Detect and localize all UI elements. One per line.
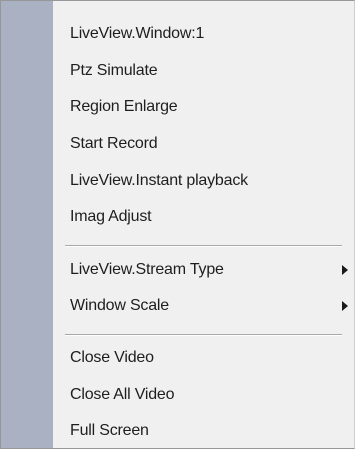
menu-item-label: Imag Adjust xyxy=(70,208,152,225)
menu-item-full-screen[interactable]: Full Screen xyxy=(53,413,354,449)
menu-item-close-all-video[interactable]: Close All Video xyxy=(53,377,354,413)
menu-item-region-enlarge[interactable]: Region Enlarge xyxy=(53,89,354,125)
menu-item-stream-type[interactable]: LiveView.Stream Type xyxy=(53,252,354,288)
menu-item-start-record[interactable]: Start Record xyxy=(53,126,354,162)
menu-item-label: Close Video xyxy=(70,349,154,366)
menu-item-label: Ptz Simulate xyxy=(70,62,158,79)
menu-item-ptz-simulate[interactable]: Ptz Simulate xyxy=(53,53,354,89)
menu-item-label: LiveView.Window:1 xyxy=(70,25,205,42)
menu-item-label: Close All Video xyxy=(70,386,175,403)
menu-item-label: Start Record xyxy=(70,135,158,152)
context-menu: LiveView.Window:1 Ptz Simulate Region En… xyxy=(0,0,355,449)
menu-separator xyxy=(65,334,342,336)
chevron-right-icon xyxy=(342,265,348,275)
menu-item-label: Window Scale xyxy=(70,297,169,314)
menu-icon-gutter xyxy=(1,1,53,448)
menu-separator xyxy=(65,245,342,247)
menu-item-window-scale[interactable]: Window Scale xyxy=(53,288,354,324)
menu-item-label: Region Enlarge xyxy=(70,98,178,115)
menu-item-label: LiveView.Stream Type xyxy=(70,261,224,278)
menu-item-imag-adjust[interactable]: Imag Adjust xyxy=(53,199,354,235)
menu-item-label: LiveView.Instant playback xyxy=(70,172,248,189)
menu-item-liveview-window[interactable]: LiveView.Window:1 xyxy=(53,16,354,52)
menu-item-close-video[interactable]: Close Video xyxy=(53,340,354,376)
chevron-right-icon xyxy=(342,301,348,311)
menu-item-label: Full Screen xyxy=(70,422,149,439)
menu-item-instant-playback[interactable]: LiveView.Instant playback xyxy=(53,163,354,199)
